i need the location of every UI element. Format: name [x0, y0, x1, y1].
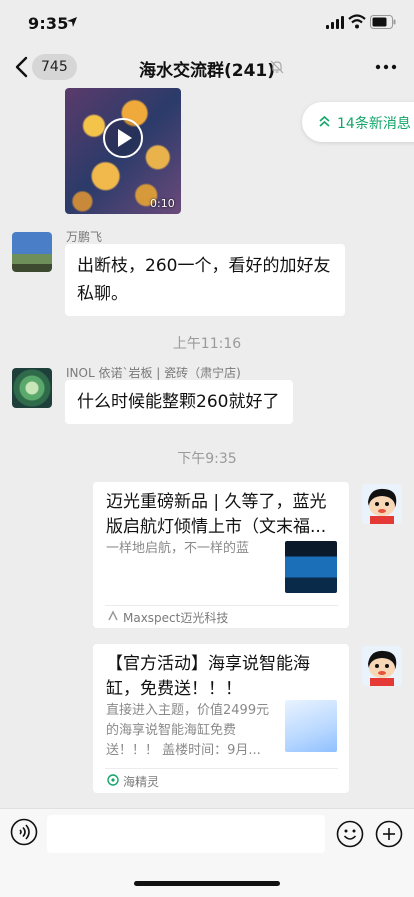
- double-chevron-up-icon: [319, 115, 330, 127]
- article-description: 直接进入主题，价值2499元的海享说智能海缸免费送！！！ 盖楼时间：9月...: [106, 703, 270, 758]
- avatar[interactable]: [12, 368, 52, 408]
- source-logo-icon: [108, 610, 118, 621]
- article-title[interactable]: 【官方活动】海享说智能海缸，免费送！！！: [106, 652, 341, 702]
- sender-name: INOL 依诺`岩板 | 瓷砖（肃宁店): [66, 366, 241, 380]
- divider: [105, 768, 338, 769]
- timestamp: 上午11:16: [172, 336, 242, 352]
- play-icon[interactable]: [102, 117, 144, 159]
- cellular-signal-icon: [326, 16, 344, 29]
- message-bubble[interactable]: 出断枝，260一个，看好的加好友私聊。: [65, 244, 345, 316]
- status-time: 9:35: [28, 14, 69, 33]
- more-options-icon[interactable]: [372, 56, 400, 78]
- divider: [105, 605, 338, 606]
- article-source: 海精灵: [123, 775, 160, 789]
- article-thumbnail: [285, 700, 337, 752]
- emoji-icon[interactable]: [336, 820, 364, 848]
- battery-icon: [370, 15, 396, 29]
- new-messages-label[interactable]: 14条新消息: [337, 113, 411, 133]
- article-title[interactable]: 迈光重磅新品 | 久等了，蓝光版启航灯倾情上市（文末福...: [106, 490, 341, 540]
- avatar[interactable]: [362, 484, 402, 524]
- wifi-icon: [348, 14, 366, 29]
- message-bubble[interactable]: 什么时候能整颗260就好了: [65, 380, 293, 424]
- avatar[interactable]: [362, 646, 402, 686]
- voice-icon[interactable]: [10, 818, 38, 846]
- article-source: Maxspect迈光科技: [123, 611, 229, 625]
- avatar[interactable]: [12, 232, 52, 272]
- timestamp: 下午9:35: [177, 451, 237, 467]
- article-description: 一样地启航，不一样的蓝: [106, 541, 250, 556]
- sender-name: 万鹏飞: [66, 230, 103, 244]
- message-input[interactable]: [47, 815, 325, 853]
- add-icon[interactable]: [375, 820, 403, 848]
- home-indicator[interactable]: [134, 881, 280, 886]
- article-thumbnail: [285, 541, 337, 593]
- mini-program-icon: [107, 774, 119, 786]
- location-arrow-icon: [67, 17, 77, 27]
- mute-bell-icon: [270, 60, 284, 74]
- video-duration: 0:10: [150, 197, 175, 210]
- chat-title: 海水交流群(241): [138, 61, 276, 81]
